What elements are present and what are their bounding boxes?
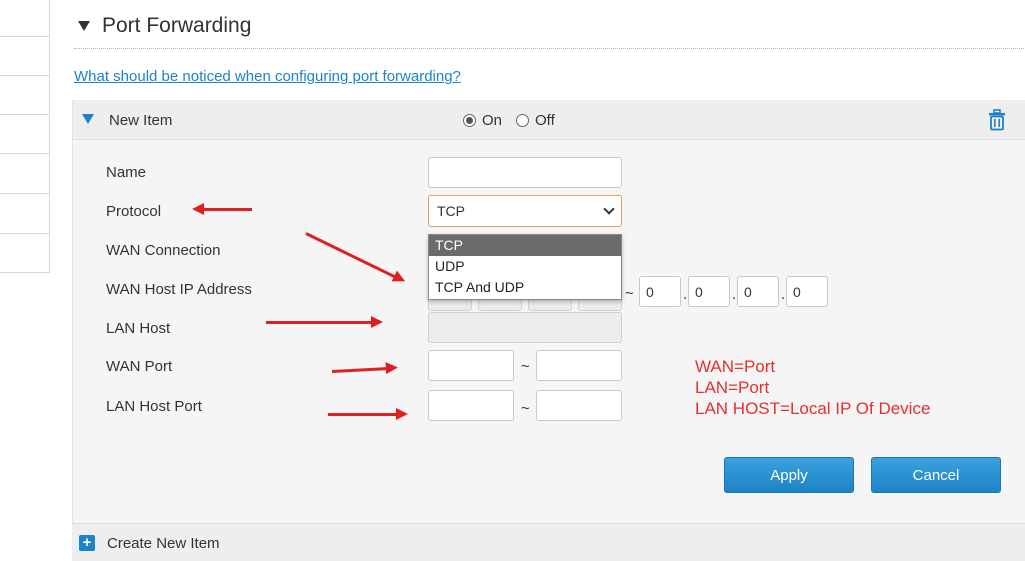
sidebar-divider <box>0 193 50 194</box>
create-new-item-label[interactable]: Create New Item <box>107 535 220 552</box>
section-header[interactable]: Port Forwarding <box>78 14 251 38</box>
protocol-select[interactable]: TCP <box>428 195 622 227</box>
wan-host-ip-end-octet-3[interactable] <box>737 276 779 307</box>
item-header[interactable]: New Item On Off <box>73 100 1025 140</box>
sidebar-divider <box>0 36 50 37</box>
lan-host-input[interactable] <box>428 312 622 343</box>
divider <box>74 48 1024 49</box>
range-separator: ~ <box>521 358 530 375</box>
ip-dot: . <box>781 286 786 303</box>
lan-host-port-label: LAN Host Port <box>106 398 202 415</box>
wan-port-start-input[interactable] <box>428 350 514 381</box>
protocol-option[interactable]: UDP <box>429 256 621 277</box>
wan-host-ip-label: WAN Host IP Address <box>106 281 252 298</box>
wan-host-ip-end-octet-2[interactable] <box>688 276 730 307</box>
protocol-selected-value: TCP <box>437 203 465 219</box>
lan-host-label: LAN Host <box>106 320 171 337</box>
sidebar-divider <box>0 114 50 115</box>
off-radio[interactable] <box>516 114 530 127</box>
annotation-arrow <box>192 203 252 215</box>
wan-connection-label: WAN Connection <box>106 242 221 259</box>
name-input[interactable] <box>428 157 622 188</box>
wan-host-ip-end-octet-1[interactable] <box>639 276 681 307</box>
cancel-button[interactable]: Cancel <box>871 457 1001 493</box>
sidebar <box>0 0 50 273</box>
section-title: Port Forwarding <box>102 14 252 37</box>
ip-dot: . <box>683 286 688 303</box>
off-label: Off <box>535 112 555 129</box>
wan-port-label: WAN Port <box>106 358 173 375</box>
create-new-item-bar[interactable]: + Create New Item <box>72 523 1025 561</box>
chevron-down-icon <box>603 203 615 215</box>
ip-dot: . <box>732 286 737 303</box>
sidebar-divider <box>0 75 50 76</box>
collapse-triangle-icon[interactable] <box>78 21 90 31</box>
protocol-option[interactable]: TCP <box>429 235 621 256</box>
protocol-label: Protocol <box>106 203 162 220</box>
range-separator: ~ <box>521 400 530 417</box>
on-off-radio-group: On Off <box>463 112 563 129</box>
lan-host-port-start-input[interactable] <box>428 390 514 421</box>
expand-caret-icon[interactable] <box>82 114 94 124</box>
wan-host-ip-end-octet-4[interactable] <box>786 276 828 307</box>
protocol-option[interactable]: TCP And UDP <box>429 277 621 298</box>
annotation-arrow <box>266 316 383 328</box>
trash-icon[interactable] <box>988 109 1006 131</box>
protocol-dropdown: TCP UDP TCP And UDP <box>428 234 622 300</box>
help-link[interactable]: What should be noticed when configuring … <box>74 68 461 85</box>
lan-host-port-end-input[interactable] <box>536 390 622 421</box>
annotation-arrow <box>328 408 408 420</box>
range-separator: ~ <box>625 285 634 302</box>
sidebar-divider <box>0 153 50 154</box>
apply-button[interactable]: Apply <box>724 457 854 493</box>
on-label: On <box>482 112 503 129</box>
annotation-line: LAN=Port <box>695 378 770 397</box>
annotation-line: LAN HOST=Local IP Of Device <box>695 399 931 418</box>
wan-port-end-input[interactable] <box>536 350 622 381</box>
annotation-note: WAN=Port LAN=Port LAN HOST=Local IP Of D… <box>695 356 955 422</box>
on-radio[interactable] <box>463 114 476 127</box>
item-title: New Item <box>109 112 173 129</box>
annotation-line: WAN=Port <box>695 357 776 376</box>
name-label: Name <box>106 164 147 181</box>
plus-icon[interactable]: + <box>79 535 95 551</box>
sidebar-divider <box>0 233 50 234</box>
sidebar-divider <box>0 272 50 273</box>
